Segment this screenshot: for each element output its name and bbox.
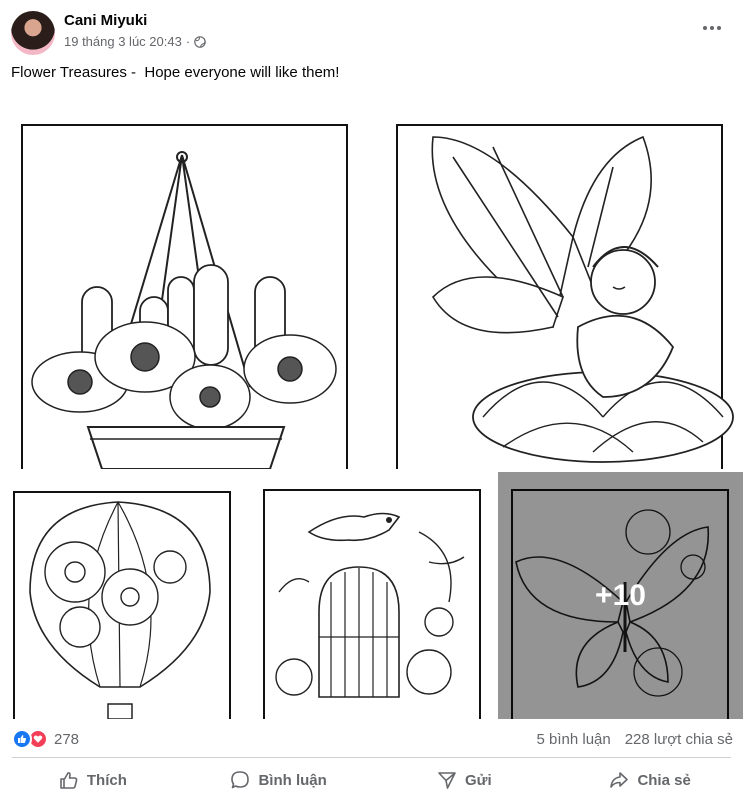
send-label: Gửi [465,771,492,789]
post-meta: 19 tháng 3 lúc 20:43 · [64,34,206,49]
like-icon [12,729,32,749]
meta-separator: · [185,34,191,49]
photo-image [263,489,481,719]
photo-flower-fairy[interactable] [373,97,743,469]
photo-flower-hot-air-balloon[interactable] [0,472,246,719]
dot-icon [717,26,721,30]
comment-label: Bình luận [258,771,327,789]
send-icon [438,772,456,789]
reactions-summary[interactable]: 278 [12,729,79,749]
post-stats: 278 5 bình luận 228 lượt chia sẻ [0,725,743,755]
comment-button[interactable]: Bình luận [186,760,372,800]
thumbs-up-icon [60,772,78,789]
post-caption: Flower Treasures - Hope everyone will li… [11,64,340,81]
divider [12,757,731,758]
comments-count[interactable]: 5 bình luận [536,731,610,748]
share-button[interactable]: Chia sẻ [557,760,743,800]
dot-icon [703,26,707,30]
timestamp[interactable]: 19 tháng 3 lúc 20:43 [64,34,182,49]
like-button[interactable]: Thích [0,760,186,800]
photo-gallery: +10 [0,97,743,719]
photo-bird-on-birdcage[interactable] [249,472,495,719]
avatar[interactable] [11,11,55,55]
photo-image [21,124,348,469]
globe-icon[interactable] [194,35,206,48]
send-button[interactable]: Gửi [372,760,558,800]
share-label: Chia sẻ [637,771,691,789]
reaction-count: 278 [54,730,80,748]
like-label: Thích [86,771,127,789]
photo-hanging-cactus-basket[interactable] [0,97,370,469]
photo-image [396,124,734,469]
more-photos-overlay[interactable]: +10 [498,472,743,719]
post-header: Cani Miyuki 19 tháng 3 lúc 20:43 · [0,0,743,60]
photo-image [13,491,231,719]
comment-icon [231,771,250,789]
share-icon [610,772,629,788]
shares-count[interactable]: 228 lượt chia sẻ [625,731,733,748]
photo-butterfly-flowers[interactable]: +10 [498,472,743,719]
action-bar: Thích Bình luận Gửi Chia sẻ [0,760,743,800]
more-photos-count: +10 [595,578,646,612]
more-options-button[interactable] [699,18,725,38]
dot-icon [710,26,714,30]
author-name[interactable]: Cani Miyuki [64,12,147,29]
